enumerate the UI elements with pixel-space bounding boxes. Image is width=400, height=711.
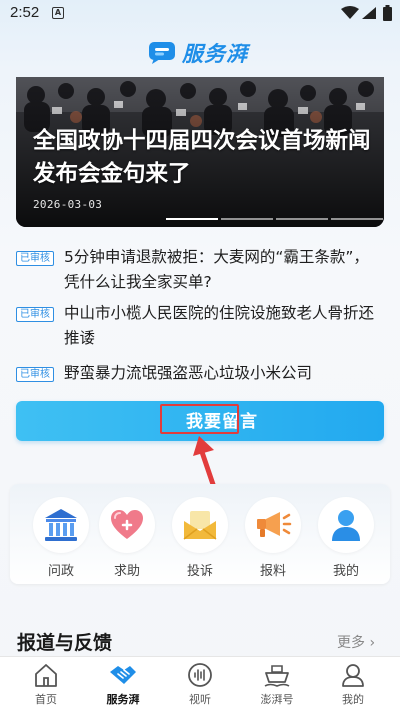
megaphone-icon [257, 512, 292, 537]
app-title: 服务湃 [182, 42, 248, 66]
status-time: 2:52 [10, 4, 40, 21]
reviewed-badge: 已审核 [16, 367, 54, 382]
battery-icon [383, 5, 392, 21]
headline-banner[interactable]: 全国政协十四届四次会议首场新闻发布会金句来了 2026-03-03 [16, 77, 384, 227]
nav-media[interactable]: 视听 [170, 661, 230, 707]
news-item[interactable]: 已审核 5分钟申请退款被拒：大麦网的“霸王条款”，凭什么让我全家买单? [16, 245, 386, 295]
banner-dot[interactable] [276, 218, 328, 220]
bottom-nav: 首页 服务湃 视听 澎湃号 我的 [0, 656, 400, 711]
app-logo: 服务湃 [148, 38, 248, 68]
nav-pengpai-hao[interactable]: 澎湃号 [247, 661, 307, 707]
section-title: 报道与反馈 [17, 632, 113, 654]
banner-dot[interactable] [331, 218, 383, 220]
service-label: 求助 [113, 564, 140, 579]
more-link[interactable]: 更多 › [337, 632, 375, 652]
service-grid: 问政 求助 投诉 报料 我的 [10, 484, 390, 584]
banner-dot[interactable] [221, 218, 273, 220]
person-icon [332, 510, 360, 541]
handshake-icon [110, 666, 136, 684]
news-title: 中山市小榄人民医院的住院设施致老人骨折还推诿 [64, 304, 375, 347]
highlight-annotation-box [160, 404, 239, 434]
reviewed-news-list: 已审核 5分钟申请退款被拒：大麦网的“霸王条款”，凭什么让我全家买单? 已审核 … [16, 245, 386, 386]
news-title: 5分钟申请退款被拒：大麦网的“霸王条款”，凭什么让我全家买单? [64, 248, 369, 291]
nav-label: 首页 [35, 693, 57, 706]
nav-label: 我的 [342, 693, 364, 706]
service-tousu[interactable]: 投诉 [171, 497, 229, 579]
status-bar: 2:52 A [0, 0, 400, 28]
reviewed-badge: 已审核 [16, 251, 54, 266]
government-building-icon [45, 509, 77, 541]
user-icon [342, 664, 364, 687]
news-item[interactable]: 已审核 中山市小榄人民医院的住院设施致老人骨折还推诿 [16, 301, 386, 351]
ship-icon [264, 665, 290, 687]
service-qiuzhu[interactable]: 求助 [98, 497, 156, 579]
banner-pagination [166, 218, 383, 220]
nav-label: 视听 [189, 693, 211, 706]
service-label: 报料 [259, 564, 286, 579]
signal-icon [362, 7, 376, 19]
banner-dot[interactable] [166, 218, 218, 220]
notification-a-icon: A [52, 7, 64, 19]
sound-wave-icon [188, 663, 212, 687]
nav-label: 澎湃号 [260, 693, 294, 706]
nav-mine[interactable]: 我的 [323, 661, 383, 707]
app-header: 服务湃 [0, 28, 400, 74]
nav-label: 服务湃 [106, 693, 140, 706]
home-icon [35, 664, 57, 687]
heart-help-icon [111, 510, 143, 539]
service-label: 投诉 [186, 564, 213, 579]
chat-bubble-logo-icon [149, 42, 175, 64]
service-mine[interactable]: 我的 [317, 497, 375, 579]
banner-title: 全国政协十四届四次会议首场新闻发布会金句来了 [33, 128, 371, 187]
service-label: 问政 [47, 564, 74, 579]
banner-date: 2026-03-03 [33, 198, 103, 211]
nav-home[interactable]: 首页 [16, 661, 76, 707]
envelope-icon [183, 511, 217, 540]
reviewed-badge: 已审核 [16, 307, 54, 322]
news-item[interactable]: 已审核 野蛮暴力流氓强盗恶心垃圾小米公司 [16, 361, 386, 386]
service-label: 我的 [332, 564, 359, 579]
service-wenzheng[interactable]: 问政 [32, 497, 90, 579]
service-baoliao[interactable]: 报料 [244, 497, 302, 579]
wifi-icon [341, 6, 359, 19]
news-title: 野蛮暴力流氓强盗恶心垃圾小米公司 [64, 364, 313, 382]
nav-service[interactable]: 服务湃 [93, 661, 153, 707]
